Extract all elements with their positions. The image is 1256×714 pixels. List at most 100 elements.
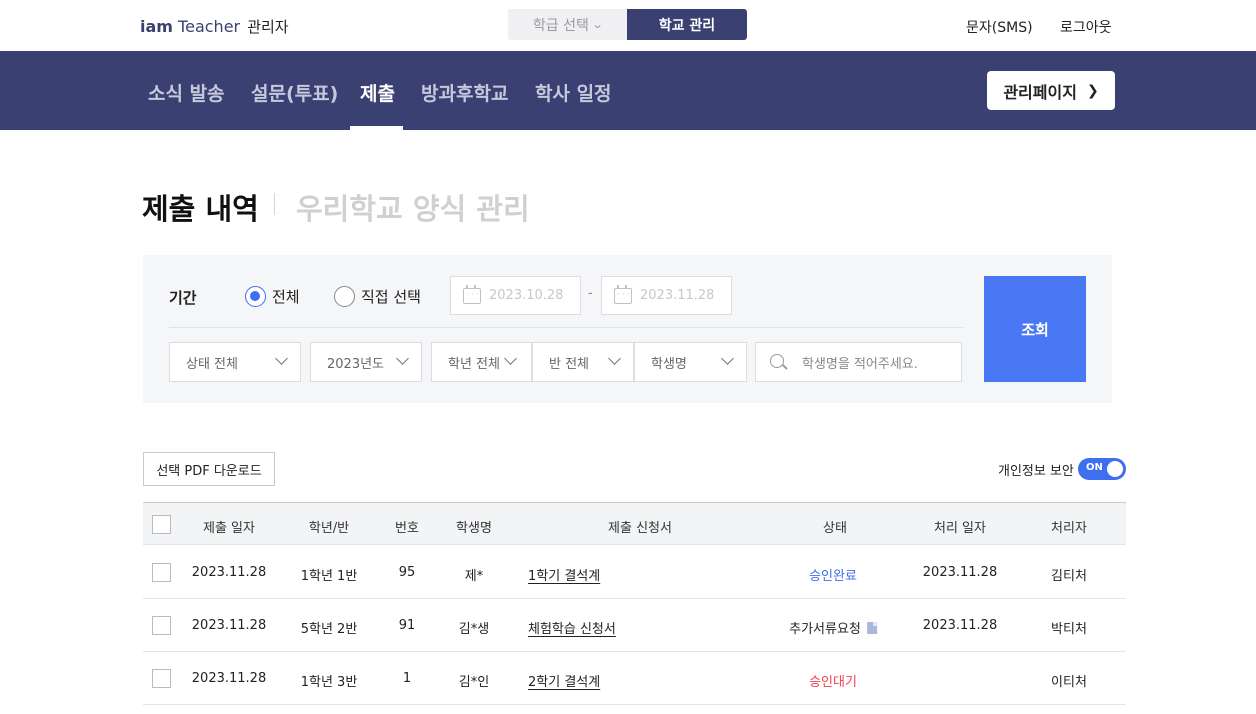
row-status: 승인완료 — [809, 569, 857, 584]
row-date: 2023.11.28 — [191, 618, 267, 633]
header-student: 학생명 — [456, 521, 492, 536]
table-header: 제출 일자 학년/반 번호 학생명 제출 신청서 상태 처리 일자 처리자 — [143, 502, 1126, 545]
row-document-link[interactable]: 체험학습 신청서 — [528, 618, 616, 637]
nav-active-underline — [350, 126, 403, 130]
radio-all-label: 전체 — [272, 288, 300, 306]
chevron-down-icon — [504, 352, 517, 365]
radio-unchecked-icon — [334, 286, 355, 307]
nav-item-afterschool[interactable]: 방과후학교 — [421, 79, 508, 106]
header-number: 번호 — [395, 521, 419, 536]
search-icon — [770, 354, 784, 368]
radio-period-custom[interactable]: 직접 선택 — [334, 286, 421, 307]
brand-teacher: Teacher — [178, 17, 241, 36]
header-handler: 처리자 — [1051, 521, 1087, 536]
row-class: 1학년 3반 — [300, 675, 358, 690]
student-field-select[interactable]: 학생명 — [634, 342, 747, 382]
header-status: 상태 — [823, 521, 847, 536]
grade-select[interactable]: 학년 전체 — [431, 342, 532, 382]
class-select[interactable]: 반 전체 — [532, 342, 634, 382]
row-checkbox[interactable] — [152, 563, 171, 582]
search-placeholder: 학생명을 적어주세요. — [802, 356, 918, 372]
brand-admin: 관리자 — [247, 18, 289, 36]
row-handler: 이티처 — [1051, 675, 1087, 690]
row-handler: 김티처 — [1051, 569, 1087, 584]
brand-logo[interactable]: iam Teacher 관리자 — [140, 16, 289, 37]
year-select[interactable]: 2023년도 — [310, 342, 422, 382]
privacy-toggle-text: ON — [1086, 462, 1103, 473]
top-bar: iam Teacher 관리자 학급 선택 ⌄ 학교 관리 문자(SMS) 로그… — [0, 0, 1256, 51]
calendar-icon — [614, 284, 632, 304]
query-button[interactable]: 조회 — [984, 276, 1086, 382]
grade-select-button[interactable]: 학급 선택 ⌄ — [508, 9, 627, 40]
row-handler: 박티처 — [1051, 622, 1087, 637]
table-row: 2023.11.28 1학년 3반 1 김*인 2학기 결석계 승인대기 이티처 — [143, 652, 1126, 705]
row-status: 승인대기 — [809, 675, 857, 690]
row-class: 1학년 1반 — [300, 569, 358, 584]
row-student: 김*생 — [458, 622, 490, 637]
chevron-down-icon — [608, 352, 621, 365]
date-separator: - — [588, 286, 593, 301]
chevron-down-icon — [721, 352, 734, 365]
header-process-date: 처리 일자 — [934, 521, 986, 536]
row-process-date: 2023.11.28 — [922, 565, 998, 580]
pdf-download-button[interactable]: 선택 PDF 다운로드 — [143, 452, 275, 486]
row-student: 제* — [464, 569, 484, 584]
row-status-group: 추가서류요청 — [789, 618, 877, 637]
radio-custom-label: 직접 선택 — [361, 288, 421, 306]
privacy-toggle[interactable]: ON — [1078, 458, 1126, 480]
calendar-icon — [463, 284, 481, 304]
radio-checked-icon — [245, 286, 266, 307]
date-from-field[interactable]: 2023.10.28 — [450, 276, 581, 315]
header-document: 제출 신청서 — [608, 521, 672, 536]
title-divider — [274, 193, 275, 215]
row-document-link[interactable]: 1학기 결석계 — [528, 565, 600, 584]
header-class: 학년/반 — [308, 521, 350, 536]
chevron-right-icon: ❯ — [1086, 82, 1099, 99]
chevron-down-icon: ⌄ — [591, 18, 604, 31]
nav-item-submission[interactable]: 제출 — [360, 79, 395, 106]
status-select[interactable]: 상태 전체 — [169, 342, 301, 382]
row-date: 2023.11.28 — [191, 671, 267, 686]
table-row: 2023.11.28 1학년 1반 95 제* 1학기 결석계 승인완료 202… — [143, 546, 1126, 599]
class-select-value: 반 전체 — [549, 356, 590, 372]
toggle-knob — [1107, 461, 1123, 477]
row-student: 김*인 — [458, 675, 490, 690]
row-number: 1 — [402, 671, 412, 686]
nav-item-schedule[interactable]: 학사 일정 — [535, 79, 612, 106]
row-number: 95 — [398, 565, 416, 580]
date-from-value: 2023.10.28 — [489, 288, 564, 303]
brand-iam: iam — [140, 17, 173, 36]
document-icon[interactable] — [866, 622, 877, 634]
row-checkbox[interactable] — [152, 669, 171, 688]
chevron-down-icon — [275, 352, 288, 365]
row-document-link[interactable]: 2학기 결석계 — [528, 671, 600, 690]
student-search-input[interactable]: 학생명을 적어주세요. — [755, 342, 962, 382]
table-row: 2023.11.28 5학년 2반 91 김*생 체험학습 신청서 추가서류요청… — [143, 599, 1126, 652]
sms-link[interactable]: 문자(SMS) — [966, 17, 1033, 37]
select-all-checkbox[interactable] — [152, 515, 171, 534]
grade-select-label: 학급 선택 — [532, 17, 589, 34]
year-select-value: 2023년도 — [327, 356, 385, 372]
logout-link[interactable]: 로그아웃 — [1060, 17, 1112, 37]
status-select-value: 상태 전체 — [186, 356, 238, 372]
nav-item-survey[interactable]: 설문(투표) — [251, 79, 338, 106]
nav-item-news[interactable]: 소식 발송 — [148, 79, 225, 106]
row-date: 2023.11.28 — [191, 565, 267, 580]
radio-period-all[interactable]: 전체 — [245, 286, 300, 307]
page-title[interactable]: 제출 내역 — [142, 186, 259, 228]
chevron-down-icon — [396, 352, 409, 365]
filter-divider — [169, 327, 963, 328]
admin-page-label: 관리페이지 — [1003, 82, 1077, 102]
row-checkbox[interactable] — [152, 616, 171, 635]
form-manage-tab[interactable]: 우리학교 양식 관리 — [296, 186, 530, 228]
school-manage-button[interactable]: 학교 관리 — [627, 9, 747, 40]
header-date: 제출 일자 — [203, 521, 255, 536]
grade-select-value: 학년 전체 — [448, 356, 500, 372]
main-nav: 소식 발송 설문(투표) 제출 방과후학교 학사 일정 관리페이지 ❯ — [0, 51, 1256, 130]
row-class: 5학년 2반 — [300, 622, 358, 637]
admin-page-button[interactable]: 관리페이지 ❯ — [987, 71, 1115, 110]
row-process-date: 2023.11.28 — [922, 618, 998, 633]
filter-panel: 기간 전체 직접 선택 2023.10.28 - 2023.11.28 상태 전… — [143, 255, 1112, 403]
date-to-field[interactable]: 2023.11.28 — [601, 276, 732, 315]
date-to-value: 2023.11.28 — [640, 288, 715, 303]
